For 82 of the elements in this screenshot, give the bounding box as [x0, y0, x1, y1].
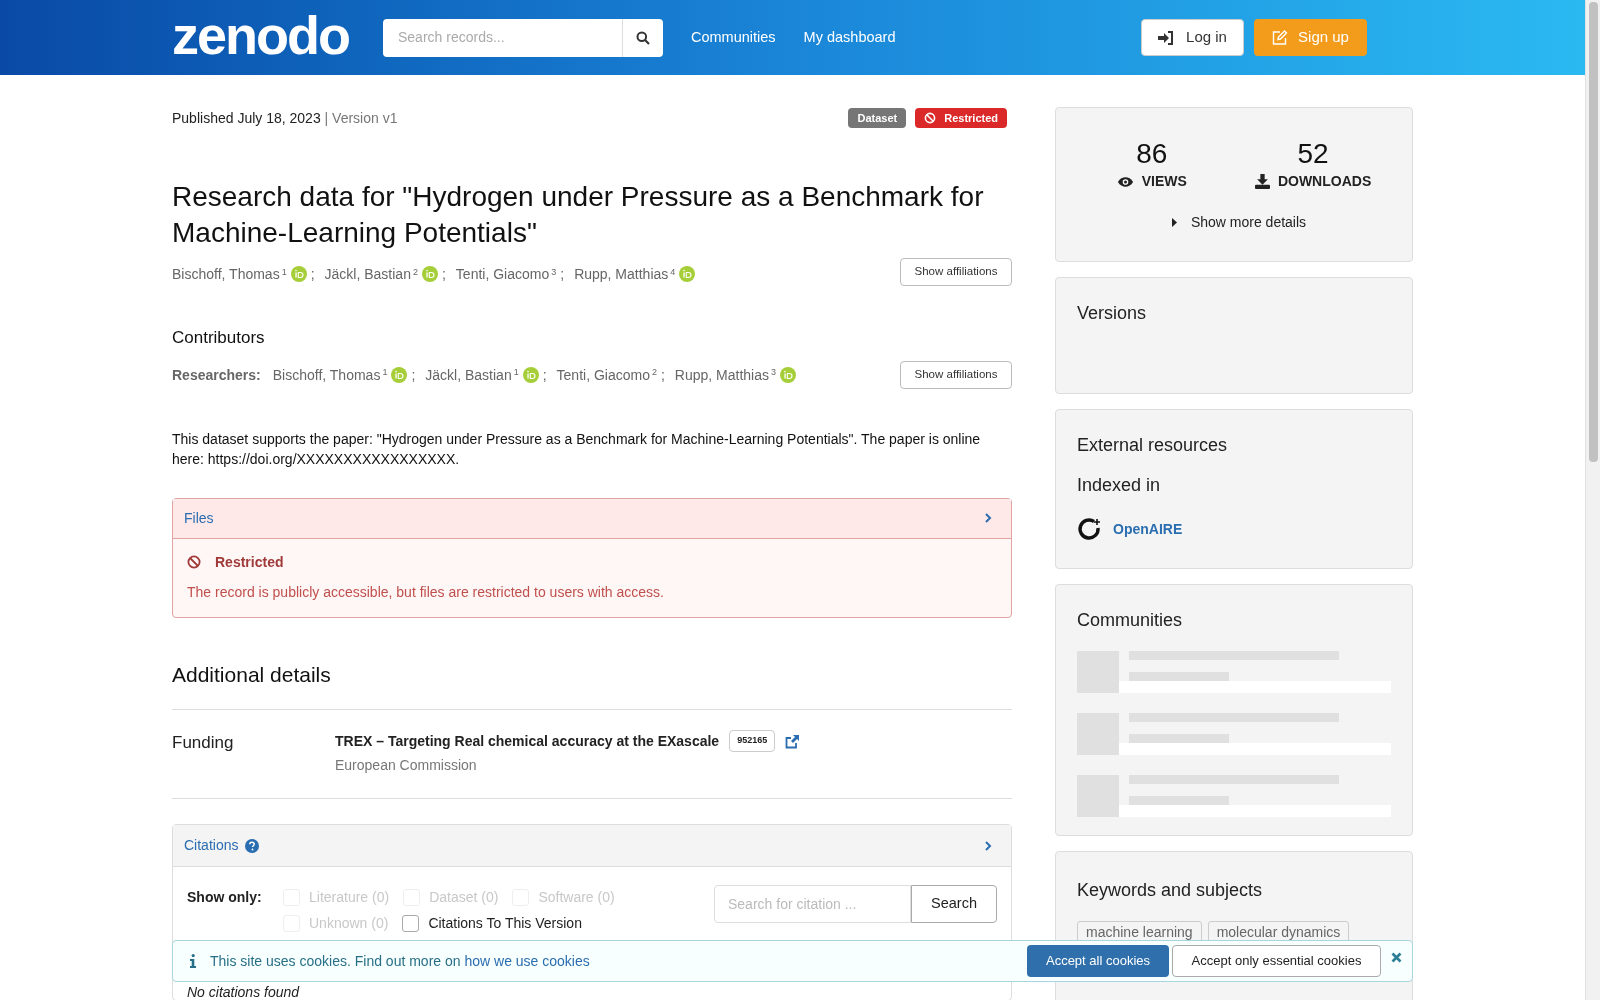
- publication-date: Published July 18, 2023 | Version v1: [172, 108, 398, 128]
- card-title: Communities: [1077, 609, 1184, 632]
- card-title: External resources: [1077, 434, 1229, 457]
- external-link-icon[interactable]: [785, 733, 801, 749]
- zenodo-logo[interactable]: zenodo: [172, 4, 353, 65]
- stat-label: DOWNLOADS: [1277, 172, 1372, 191]
- panel-title[interactable]: Citations: [184, 835, 239, 856]
- checkbox[interactable]: [402, 914, 420, 932]
- indexed-label: Indexed in: [1077, 474, 1162, 497]
- nav-link[interactable]: Communities: [691, 26, 776, 49]
- card-title: Versions: [1077, 302, 1148, 325]
- access-badge: Restricted: [915, 108, 1007, 128]
- author-name[interactable]: Bischoff, Thomas$^{1}$: [272, 364, 388, 385]
- show-affiliations-button[interactable]: Show affiliations: [900, 258, 1012, 286]
- author-name[interactable]: Jäckl, Bastian$^{2}$: [324, 264, 418, 284]
- blocked-icon: [924, 112, 937, 124]
- filter-label[interactable]: Citations To This Version: [428, 912, 582, 934]
- separator: ;: [660, 365, 665, 385]
- download-icon: [1254, 174, 1270, 189]
- caret-icon: [1171, 218, 1177, 227]
- resource-type-badge: Dataset: [848, 108, 907, 128]
- stat-value: 86: [1136, 140, 1168, 168]
- separator: ;: [542, 365, 547, 385]
- separator: ;: [411, 365, 416, 385]
- orcid-icon[interactable]: [421, 266, 438, 282]
- award-number: 952165: [729, 730, 776, 752]
- section-heading: Additional details: [172, 661, 332, 688]
- search-button[interactable]: [622, 18, 663, 57]
- panel-title[interactable]: Files: [184, 507, 214, 529]
- accept-all-button[interactable]: Accept all cookies: [1027, 945, 1169, 977]
- orcid-icon[interactable]: [391, 366, 408, 383]
- chevron-icon[interactable]: [984, 840, 992, 851]
- author-name[interactable]: Jäckl, Bastian$^{1}$: [425, 364, 519, 385]
- author-name[interactable]: Tenti, Giacomo$^{2}$: [556, 364, 657, 385]
- search-icon: [636, 30, 650, 45]
- separator: ;: [560, 265, 565, 284]
- funding-label: Funding: [172, 732, 235, 754]
- cookie-policy-link[interactable]: how we use cookies: [464, 952, 590, 969]
- show-more-details[interactable]: Show more details: [1171, 212, 1307, 233]
- author-name[interactable]: Bischoff, Thomas$^{1}$: [172, 264, 287, 284]
- role-label: Researchers:: [172, 365, 261, 385]
- orcid-icon[interactable]: [290, 266, 307, 282]
- restricted-message: The record is publicly accessible, but files are restricted to users with access.: [187, 582, 665, 602]
- section-heading: Contributors: [172, 327, 266, 349]
- record-title: Research data for "Hydrogen under Pressure as a Benchmark for Machine-Learning Potentials": [172, 180, 985, 250]
- login-icon: [1158, 30, 1175, 45]
- separator: ;: [310, 265, 315, 284]
- cookie-message: This site uses cookies. Find out more on how we use cookies: [210, 951, 590, 971]
- files-header[interactable]: Files: [173, 498, 1011, 539]
- funder-name: European Commission: [335, 756, 478, 775]
- blocked-icon: [187, 555, 201, 569]
- scrollbar[interactable]: [1585, 0, 1600, 1000]
- orcid-icon[interactable]: [780, 366, 797, 383]
- grant-title: TREX – Targeting Real chemical accuracy at the EXascale: [335, 731, 720, 751]
- empty-message: No citations found: [186, 985, 301, 1000]
- citation-search-field[interactable]: Search for citation ...: [714, 885, 911, 923]
- description-text: This dataset supports the paper: "Hydrogen under Pressure as a Benchmark for Machine-Learning Potentials". The paper is online here: https://doi.org/XXXXXXXXXXXXXXXXX.: [172, 429, 982, 469]
- search-field[interactable]: Search records...: [383, 18, 622, 57]
- close-icon[interactable]: [1391, 951, 1402, 963]
- edit-icon: [1272, 30, 1289, 45]
- search-button[interactable]: Search: [911, 885, 997, 923]
- author-name[interactable]: Rupp, Matthias$^{3}$: [674, 364, 777, 385]
- chevron-icon[interactable]: [984, 513, 992, 523]
- stat-value: 52: [1297, 140, 1329, 168]
- accept-essential-button[interactable]: Accept only essential cookies: [1172, 945, 1381, 977]
- orcid-icon[interactable]: [522, 366, 539, 383]
- author-name[interactable]: Tenti, Giacomo$^{3}$: [455, 264, 557, 284]
- stat-label: VIEWS: [1141, 172, 1187, 191]
- citations-header[interactable]: Citations: [173, 825, 1011, 867]
- login-button[interactable]: Log in: [1141, 19, 1244, 56]
- card-title: Keywords and subjects: [1077, 879, 1264, 902]
- orcid-icon[interactable]: [679, 266, 696, 282]
- openaire-logo-icon: [1077, 517, 1103, 542]
- show-only-label: Show only:: [187, 888, 263, 907]
- nav-link[interactable]: My dashboard: [803, 26, 896, 49]
- separator: ;: [441, 265, 446, 284]
- help-icon[interactable]: [245, 838, 260, 853]
- info-icon: [190, 954, 196, 968]
- restricted-title: Restricted: [215, 552, 284, 572]
- openaire-link[interactable]: OpenAIRE: [1113, 519, 1183, 540]
- show-affiliations-button[interactable]: Show affiliations: [900, 360, 1012, 389]
- author-name[interactable]: Rupp, Matthias$^{4}$: [574, 264, 676, 284]
